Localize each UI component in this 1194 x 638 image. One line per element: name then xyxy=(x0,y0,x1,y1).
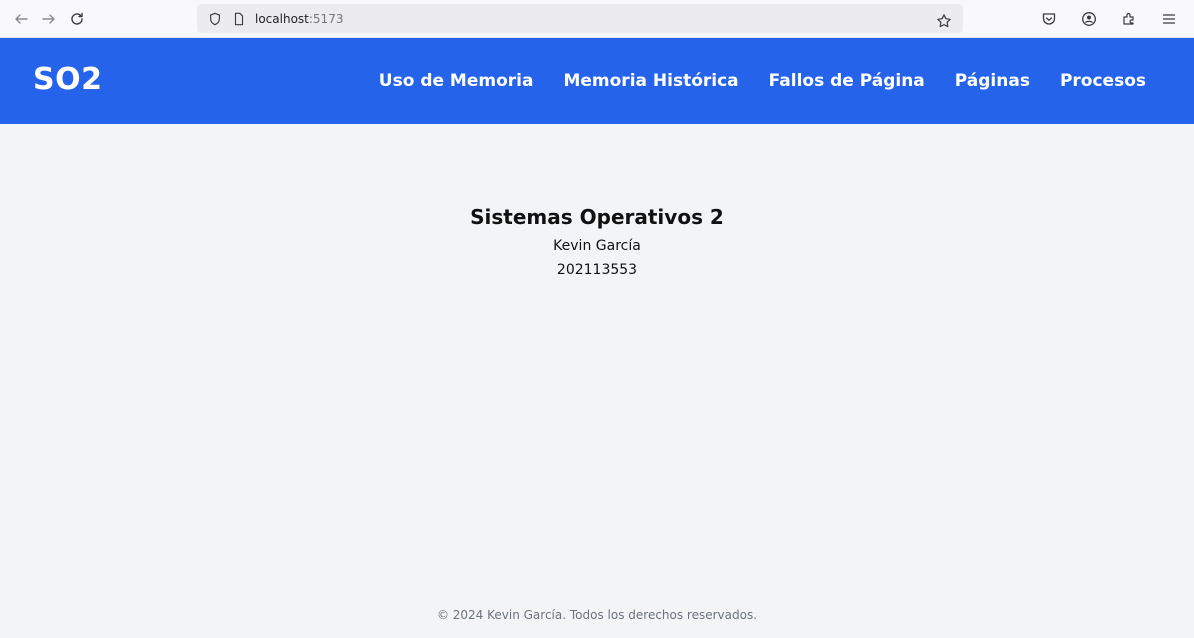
footer-copyright: © 2024 Kevin García. Todos los derechos … xyxy=(436,608,758,622)
app-navbar: SO2 Uso de Memoria Memoria Histórica Fal… xyxy=(0,38,1194,124)
page-icon xyxy=(231,11,247,27)
url-host: localhost xyxy=(255,11,309,26)
nav-link-fallos-de-pagina[interactable]: Fallos de Página xyxy=(769,71,925,91)
main-content: Sistemas Operativos 2 Kevin García 20211… xyxy=(0,205,1194,282)
browser-toolbar: localhost:5173 xyxy=(0,0,1194,38)
student-id: 202113553 xyxy=(556,262,638,278)
account-icon[interactable] xyxy=(1078,8,1100,30)
nav-link-memoria-historica[interactable]: Memoria Histórica xyxy=(563,71,738,91)
page-title: Sistemas Operativos 2 xyxy=(470,205,724,229)
nav-link-procesos[interactable]: Procesos xyxy=(1060,71,1146,91)
url-bar[interactable]: localhost:5173 xyxy=(197,4,963,33)
url-port: :5173 xyxy=(308,11,344,26)
brand-logo[interactable]: SO2 xyxy=(33,62,102,97)
reload-icon[interactable] xyxy=(66,8,88,30)
extensions-icon[interactable] xyxy=(1118,8,1140,30)
author-name: Kevin García xyxy=(553,238,641,254)
nav-links: Uso de Memoria Memoria Histórica Fallos … xyxy=(379,71,1146,91)
nav-link-paginas[interactable]: Páginas xyxy=(955,71,1030,91)
pocket-icon[interactable] xyxy=(1038,8,1060,30)
back-arrow-icon[interactable] xyxy=(10,8,32,30)
star-icon[interactable] xyxy=(933,10,955,32)
forward-arrow-icon[interactable] xyxy=(38,8,60,30)
hamburger-menu-icon[interactable] xyxy=(1158,8,1180,30)
url-text: localhost:5173 xyxy=(255,12,343,26)
shield-icon[interactable] xyxy=(207,11,223,27)
nav-link-uso-de-memoria[interactable]: Uso de Memoria xyxy=(379,71,534,91)
